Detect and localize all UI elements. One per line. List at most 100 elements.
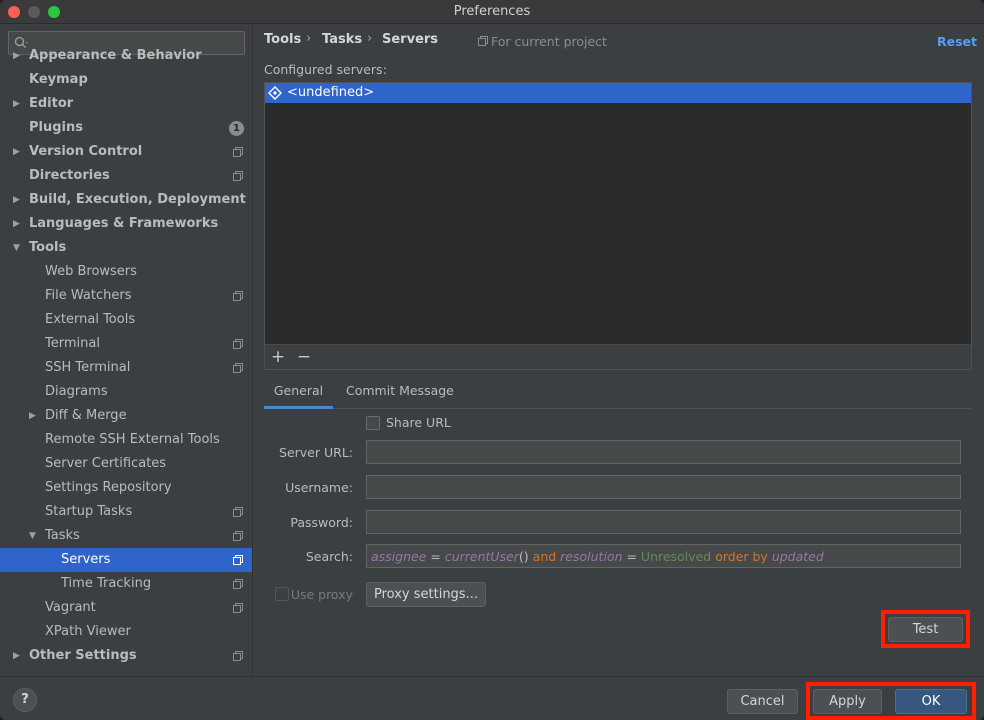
project-level-icon <box>233 147 243 157</box>
sidebar-item[interactable]: Plugins 1 <box>0 116 252 140</box>
sidebar-item-label: Startup Tasks <box>45 504 133 519</box>
collapsed-arrow-icon[interactable]: ▶ <box>29 404 36 428</box>
sidebar-item-label: Diff & Merge <box>45 408 127 423</box>
server-url-field[interactable] <box>366 440 961 464</box>
query-token: updated <box>771 549 824 564</box>
expanded-arrow-icon[interactable]: ▼ <box>13 236 20 260</box>
query-token: order by <box>711 549 772 564</box>
sidebar-item[interactable]: Servers <box>0 548 252 572</box>
sidebar-item[interactable]: Settings Repository <box>0 476 252 500</box>
collapsed-arrow-icon[interactable]: ▶ <box>13 644 20 668</box>
sidebar-item-label: Diagrams <box>45 384 108 399</box>
sidebar-item[interactable]: ▼ Tools <box>0 236 252 260</box>
query-token: = <box>426 549 445 564</box>
sidebar-item[interactable]: ▶ Diff & Merge <box>0 404 252 428</box>
breadcrumb-tasks: Tasks <box>322 32 363 47</box>
ok-button[interactable]: OK <box>895 689 967 714</box>
sidebar-item[interactable]: Server Certificates <box>0 452 252 476</box>
breadcrumb-tools: Tools <box>264 32 302 47</box>
sidebar-item-label: Settings Repository <box>45 480 172 495</box>
sidebar-item-label: XPath Viewer <box>45 624 131 639</box>
sidebar-item[interactable]: Vagrant <box>0 596 252 620</box>
sidebar-item-label: Remote SSH External Tools <box>45 432 220 447</box>
share-url-checkbox[interactable] <box>366 416 380 430</box>
sidebar-item-label: Other Settings <box>29 648 137 663</box>
sidebar-item[interactable]: Directories <box>0 164 252 188</box>
sidebar-item[interactable]: Diagrams <box>0 380 252 404</box>
sidebar-item[interactable]: External Tools <box>0 308 252 332</box>
sidebar-item[interactable]: XPath Viewer <box>0 620 252 644</box>
collapsed-arrow-icon[interactable]: ▶ <box>13 92 20 116</box>
preferences-window: Preferences ▶ Appearance & Behavior Keymap… <box>0 0 984 720</box>
query-token: resolution <box>560 549 623 564</box>
collapsed-arrow-icon[interactable]: ▶ <box>13 212 20 236</box>
sidebar-item[interactable]: ▶ Build, Execution, Deployment <box>0 188 252 212</box>
sidebar-item[interactable]: ▶ Other Settings <box>0 644 252 668</box>
sidebar-item-label: Tasks <box>45 528 80 543</box>
sidebar-item[interactable]: Time Tracking <box>0 572 252 596</box>
query-token: and <box>528 549 561 564</box>
cancel-button[interactable]: Cancel <box>727 689 798 714</box>
add-server-button[interactable]: + <box>268 346 288 368</box>
server-tabs: General Commit Message <box>264 379 972 409</box>
apply-button[interactable]: Apply <box>813 689 882 714</box>
sidebar-item-label: Editor <box>29 96 74 111</box>
password-label: Password: <box>290 515 353 530</box>
tab-commit-message[interactable]: Commit Message <box>346 379 454 409</box>
project-level-icon <box>233 363 243 373</box>
breadcrumb-separator: › <box>367 31 373 46</box>
sidebar-item[interactable]: ▶ Languages & Frameworks <box>0 212 252 236</box>
server-url-label: Server URL: <box>279 445 353 460</box>
sidebar-item-label: Web Browsers <box>45 264 137 279</box>
sidebar-item[interactable]: ▼ Tasks <box>0 524 252 548</box>
collapsed-arrow-icon[interactable]: ▶ <box>13 188 20 212</box>
sidebar-item-label: Appearance & Behavior <box>29 48 202 63</box>
project-scope-icon <box>478 36 488 46</box>
server-list-item[interactable]: <undefined> <box>265 83 971 103</box>
breadcrumb-separator: › <box>306 31 312 46</box>
sidebar-item-label: Languages & Frameworks <box>29 216 219 231</box>
project-scope-label: For current project <box>491 34 607 49</box>
sidebar-item[interactable]: Startup Tasks <box>0 500 252 524</box>
configured-servers-label: Configured servers: <box>264 62 387 77</box>
sidebar-item-label: Tools <box>29 240 67 255</box>
help-button[interactable]: ? <box>13 688 37 712</box>
sidebar-item[interactable]: Remote SSH External Tools <box>0 428 252 452</box>
use-proxy-label: Use proxy <box>290 587 353 602</box>
tab-general[interactable]: General <box>264 379 333 409</box>
configured-servers-list[interactable]: <undefined> <box>264 82 972 370</box>
expanded-arrow-icon[interactable]: ▼ <box>29 524 36 548</box>
query-token: currentUser <box>444 549 519 564</box>
sidebar-item-label: Directories <box>29 168 110 183</box>
project-level-icon <box>233 579 243 589</box>
sidebar-item[interactable]: Keymap <box>0 68 252 92</box>
remove-server-button[interactable]: − <box>294 346 314 368</box>
reset-link[interactable]: Reset <box>937 34 977 49</box>
project-level-icon <box>233 603 243 613</box>
sidebar-item[interactable]: Web Browsers <box>0 260 252 284</box>
search-query-field[interactable]: assignee = currentUser() and resolution … <box>366 544 961 568</box>
sidebar-item[interactable]: ▶ Editor <box>0 92 252 116</box>
sidebar-item[interactable]: File Watchers <box>0 284 252 308</box>
test-button[interactable]: Test <box>888 617 963 642</box>
sidebar-item-label: Server Certificates <box>45 456 167 471</box>
sidebar-item[interactable]: ▶ Appearance & Behavior <box>0 44 252 68</box>
sidebar-item-label: Time Tracking <box>61 576 152 591</box>
collapsed-arrow-icon[interactable]: ▶ <box>13 140 20 164</box>
sidebar-item[interactable]: SSH Terminal <box>0 356 252 380</box>
sidebar-item[interactable]: ▶ Version Control <box>0 140 252 164</box>
server-name: <undefined> <box>287 85 375 100</box>
servers-list-toolbar: + − <box>264 344 972 370</box>
proxy-settings-button[interactable]: Proxy settings... <box>366 582 486 607</box>
window-title: Preferences <box>453 4 531 19</box>
sidebar-item-label: Servers <box>61 552 111 567</box>
collapsed-arrow-icon[interactable]: ▶ <box>13 44 20 68</box>
password-field[interactable] <box>366 510 961 534</box>
sidebar-item[interactable]: Terminal <box>0 332 252 356</box>
project-level-icon <box>233 507 243 517</box>
sidebar-item-label: Terminal <box>45 336 100 351</box>
project-level-icon <box>233 291 243 301</box>
username-field[interactable] <box>366 475 961 499</box>
sidebar-item-label: File Watchers <box>45 288 132 303</box>
sidebar-item-label: SSH Terminal <box>45 360 131 375</box>
